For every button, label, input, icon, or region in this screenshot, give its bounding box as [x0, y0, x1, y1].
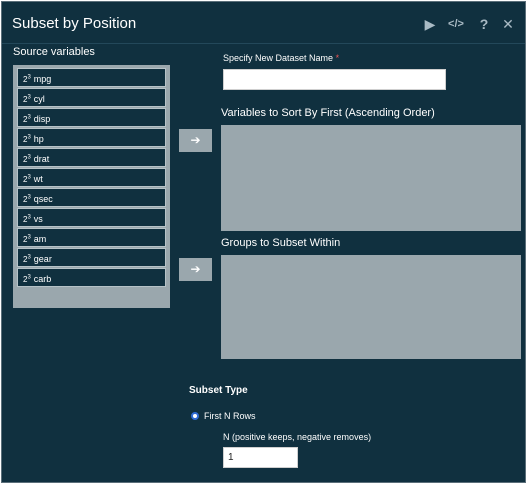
numeric-type-icon-sup: 3	[27, 94, 31, 100]
numeric-type-icon: 23	[23, 254, 31, 264]
dialog-header: Subset by Position ▶ </> ? ✕	[2, 2, 525, 44]
source-variable-label: vs	[33, 213, 43, 224]
play-icon[interactable]: ▶	[422, 16, 438, 32]
sort-variables-dropzone[interactable]	[221, 125, 521, 231]
source-variable-label: hp	[33, 133, 44, 144]
required-marker: *	[335, 53, 340, 63]
source-variable-item[interactable]: 23 drat	[17, 148, 166, 167]
dataset-name-label-text: Specify New Dataset Name	[223, 53, 334, 63]
source-variable-label: carb	[33, 273, 52, 284]
source-variable-item[interactable]: 23 carb	[17, 268, 166, 287]
dataset-name-input[interactable]	[223, 69, 446, 90]
source-variable-item[interactable]: 23 wt	[17, 168, 166, 187]
numeric-type-icon-sup: 3	[27, 214, 31, 220]
n-input[interactable]: 1	[223, 447, 298, 468]
source-variable-item[interactable]: 23 vs	[17, 208, 166, 227]
source-variable-label: am	[33, 233, 47, 244]
source-variables-label: Source variables	[13, 46, 95, 58]
numeric-type-icon-sup: 3	[27, 134, 31, 140]
source-variable-label: cyl	[33, 93, 45, 104]
source-variable-item[interactable]: 23 cyl	[17, 88, 166, 107]
numeric-type-icon: 23	[23, 174, 31, 184]
source-variable-item[interactable]: 23 gear	[17, 248, 166, 267]
dialog-title: Subset by Position	[12, 15, 137, 32]
numeric-type-icon: 23	[23, 114, 31, 124]
source-variable-item[interactable]: 23 mpg	[17, 68, 166, 87]
help-icon[interactable]: ?	[476, 16, 492, 32]
numeric-type-icon-sup: 3	[27, 174, 31, 180]
dataset-name-label: Specify New Dataset Name *	[223, 53, 339, 63]
source-variable-item[interactable]: 23 disp	[17, 108, 166, 127]
numeric-type-icon: 23	[23, 274, 31, 284]
numeric-type-icon-sup: 3	[27, 194, 31, 200]
source-variable-label: disp	[33, 113, 51, 124]
source-variable-label: wt	[33, 173, 43, 184]
close-icon[interactable]: ✕	[500, 16, 516, 32]
source-variable-item[interactable]: 23 hp	[17, 128, 166, 147]
code-icon[interactable]: </>	[446, 16, 466, 32]
groups-dropzone[interactable]	[221, 255, 521, 359]
source-variable-label: gear	[33, 253, 52, 264]
numeric-type-icon: 23	[23, 234, 31, 244]
numeric-type-icon: 23	[23, 134, 31, 144]
groups-label: Groups to Subset Within	[221, 237, 341, 249]
first-n-rows-label: First N Rows	[204, 411, 256, 421]
numeric-type-icon: 23	[23, 194, 31, 204]
source-variable-label: qsec	[33, 193, 53, 204]
numeric-type-icon-sup: 3	[27, 74, 31, 80]
sort-variables-label: Variables to Sort By First (Ascending Or…	[221, 107, 435, 119]
source-variable-item[interactable]: 23 qsec	[17, 188, 166, 207]
n-label: N (positive keeps, negative removes)	[223, 432, 372, 442]
add-group-variable-button[interactable]: ➔	[179, 258, 212, 281]
source-variable-label: mpg	[33, 73, 52, 84]
source-variables-list[interactable]: 23 mpg 23 cyl 23 disp 23 hp 23 drat 23 wt 23 qsec 23 vs…	[13, 65, 170, 308]
source-variable-item[interactable]: 23 am	[17, 228, 166, 247]
numeric-type-icon-sup: 3	[27, 234, 31, 240]
add-sort-variable-button[interactable]: ➔	[179, 129, 212, 152]
numeric-type-icon: 23	[23, 94, 31, 104]
numeric-type-icon: 23	[23, 154, 31, 164]
subset-type-label: Subset Type	[189, 385, 248, 396]
numeric-type-icon-sup: 3	[27, 114, 31, 120]
first-n-rows-radio[interactable]	[191, 412, 199, 420]
numeric-type-icon-sup: 3	[27, 274, 31, 280]
numeric-type-icon-sup: 3	[27, 254, 31, 260]
numeric-type-icon: 23	[23, 74, 31, 84]
source-variable-label: drat	[33, 153, 50, 164]
subset-by-position-dialog: Subset by Position ▶ </> ? ✕ Source vari…	[1, 1, 526, 483]
numeric-type-icon-sup: 3	[27, 154, 31, 160]
numeric-type-icon: 23	[23, 214, 31, 224]
